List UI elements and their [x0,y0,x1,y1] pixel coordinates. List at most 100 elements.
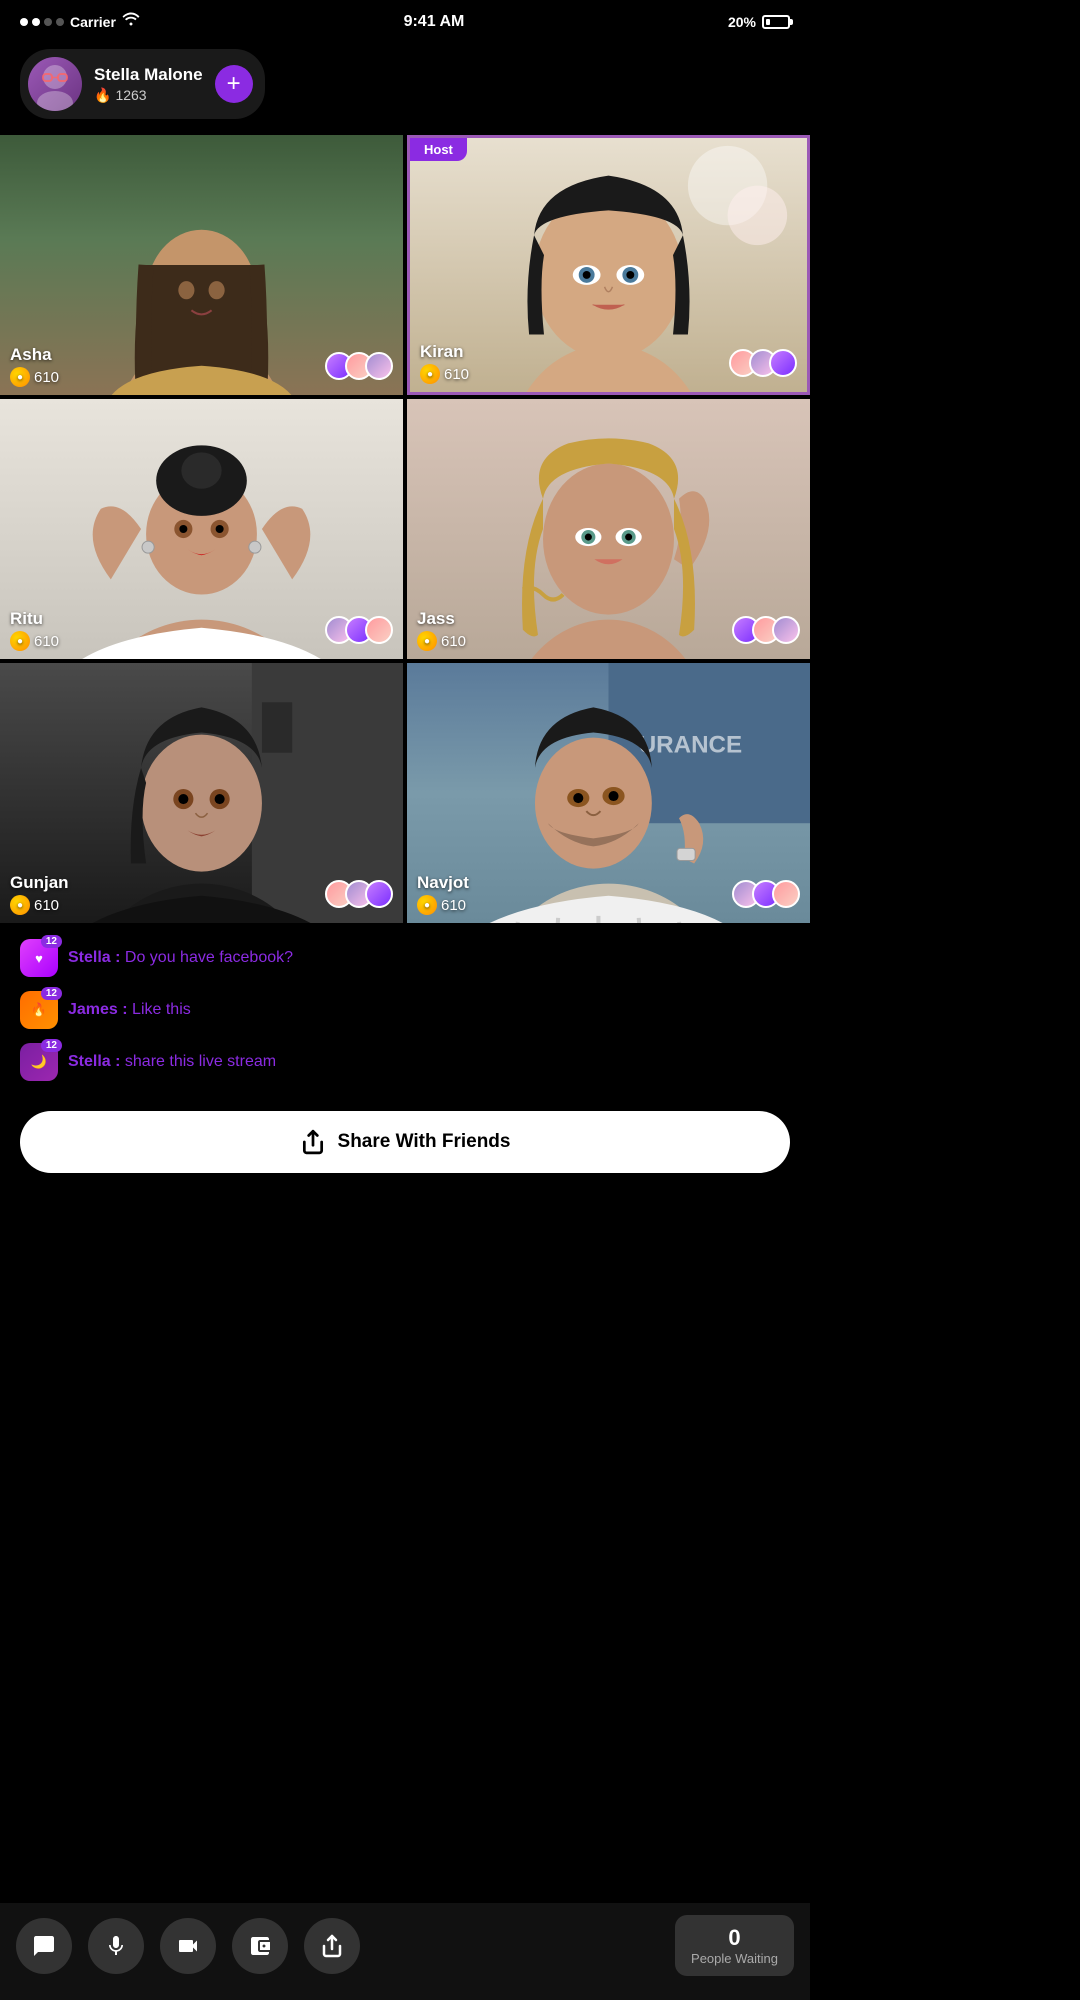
cell-avatars-navjot [732,880,800,908]
coin-icon-navjot: ● [417,895,437,915]
video-cell-navjot[interactable]: URANCE [407,663,810,923]
cell-avatars-gunjan [325,880,393,908]
bottom-nav: 0 People Waiting [0,1903,810,2000]
carrier-label: Carrier [70,14,116,30]
signal-dot-3 [44,18,52,26]
cell-avatars-asha [325,352,393,380]
chat-message-1: ♥ 12 Stella : Do you have facebook? [20,939,790,977]
svg-text:URANCE: URANCE [639,732,742,759]
status-left: Carrier [20,12,140,31]
coin-value-jass: 610 [441,633,466,650]
video-icon [176,1934,200,1958]
share-icon [300,1129,326,1155]
video-cell-kiran[interactable]: Host Kiran ● 610 [407,135,810,395]
badge-number-2: 12 [41,987,62,1000]
cell-name-gunjan: Gunjan [10,873,69,893]
cell-avatars-ritu [325,616,393,644]
badge-number-3: 12 [41,1039,62,1052]
coin-value: 610 [34,369,59,386]
chat-text-1: Stella : Do you have facebook? [68,949,293,967]
battery-percent: 20% [728,14,756,30]
chat-user-1: Stella : [68,949,125,966]
chat-message-2: 🔥 12 James : Like this [20,991,790,1029]
cell-coins-ritu: ● 610 [10,631,59,651]
microphone-button[interactable] [88,1918,144,1974]
share-with-friends-button[interactable]: Share With Friends [20,1111,790,1173]
coin-icon-kiran: ● [420,364,440,384]
signal-dot-4 [56,18,64,26]
cell-info-asha: Asha ● 610 [10,345,393,387]
coin-value-navjot: 610 [441,897,466,914]
wifi-icon [122,12,140,31]
cell-coins-asha: ● 610 [10,367,59,387]
badge-icon-moon: 🌙 [31,1054,47,1070]
host-badge: Host [410,138,467,161]
signal-dot-1 [20,18,28,26]
user-info: Stella Malone 🔥 1263 [94,65,203,104]
cell-name-ritu: Ritu [10,609,59,629]
share-button-nav[interactable] [304,1918,360,1974]
chat-badge-3: 🌙 12 [20,1043,58,1081]
video-cell-asha[interactable]: Asha ● 610 [0,135,403,395]
cell-coins-jass: ● 610 [417,631,466,651]
cell-name-navjot: Navjot [417,873,469,893]
coin-value-kiran: 610 [444,366,469,383]
chat-message-3: 🌙 12 Stella : share this live stream [20,1043,790,1081]
video-grid: Asha ● 610 [0,135,810,923]
chat-content-1: Do you have facebook? [125,949,293,966]
chat-content-3: share this live stream [125,1053,276,1070]
cell-coins-kiran: ● 610 [420,364,469,384]
signal-strength [20,18,64,26]
cell-info-gunjan: Gunjan ● 610 [10,873,393,915]
user-avatar [28,57,82,111]
coin-icon: ● [10,367,30,387]
user-score: 🔥 1263 [94,87,203,104]
battery-fill [766,19,770,25]
add-icon: + [227,70,241,98]
wallet-icon [248,1934,272,1958]
wallet-button[interactable] [232,1918,288,1974]
badge-icon-heart: ♥ [35,951,43,966]
cell-info-ritu: Ritu ● 610 [10,609,393,651]
coin-icon-ritu: ● [10,631,30,651]
mini-avatar-k3 [769,349,797,377]
mini-avatar-n3 [772,880,800,908]
cell-coins-navjot: ● 610 [417,895,469,915]
video-cell-ritu[interactable]: Ritu ● 610 [0,399,403,659]
add-button[interactable]: + [215,65,253,103]
status-right: 20% [728,14,790,30]
battery-icon [762,15,790,29]
chat-text-2: James : Like this [68,1001,191,1019]
flame-icon: 🔥 [94,87,111,104]
cell-name-jass: Jass [417,609,466,629]
cell-avatars-jass [732,616,800,644]
cell-info-navjot: Navjot ● 610 [417,873,800,915]
video-cell-jass[interactable]: Jass ● 610 [407,399,810,659]
coin-value-ritu: 610 [34,633,59,650]
nav-buttons [16,1918,675,1974]
chat-button[interactable] [16,1918,72,1974]
mini-avatar-j3 [772,616,800,644]
chat-badge-1: ♥ 12 [20,939,58,977]
video-cell-gunjan[interactable]: Gunjan ● 610 [0,663,403,923]
chat-user-3: Stella : [68,1053,125,1070]
mini-avatar-g3 [365,880,393,908]
cell-info-kiran: Kiran ● 610 [420,342,797,384]
video-button[interactable] [160,1918,216,1974]
cell-avatars-kiran [729,349,797,377]
share-icon-nav [320,1934,344,1958]
people-waiting-label: People Waiting [691,1951,778,1966]
people-waiting-container: 0 People Waiting [675,1915,794,1976]
cell-coins-gunjan: ● 610 [10,895,69,915]
chat-content-2: Like this [132,1001,191,1018]
microphone-icon [104,1934,128,1958]
chat-user-2: James : [68,1001,132,1018]
badge-icon-fire: 🔥 [31,1002,47,1018]
badge-number-1: 12 [41,935,62,948]
share-section: Share With Friends [0,1111,810,1193]
avatar-image [28,57,82,111]
chat-section: ♥ 12 Stella : Do you have facebook? 🔥 12… [0,923,810,1111]
cell-info-jass: Jass ● 610 [417,609,800,651]
mini-avatar-3 [365,352,393,380]
user-name: Stella Malone [94,65,203,85]
